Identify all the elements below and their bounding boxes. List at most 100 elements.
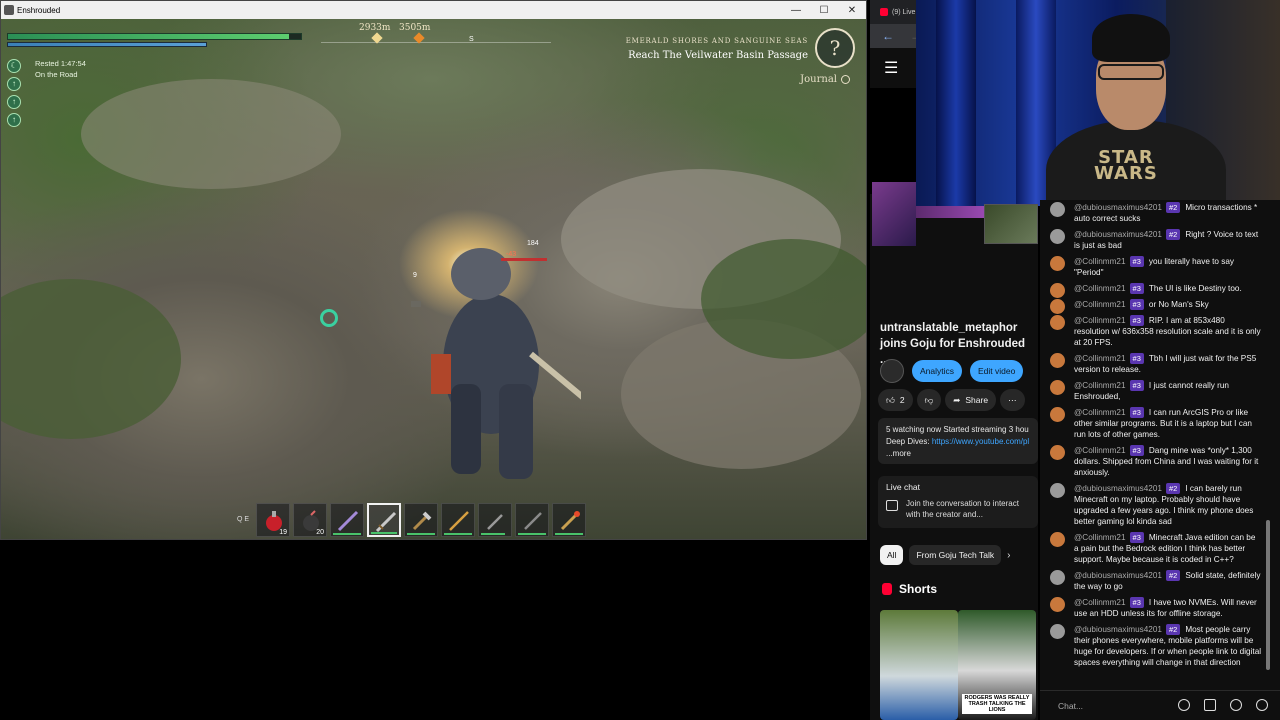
hotbar-slot-staff[interactable]	[330, 503, 365, 537]
grass-patch	[701, 239, 866, 359]
chat-avatar[interactable]	[1050, 229, 1065, 244]
grass-patch	[1, 279, 181, 439]
dislike-button[interactable]: 👎︎	[916, 389, 942, 411]
chat-author[interactable]: @Collinmm21	[1074, 381, 1126, 390]
chat-avatar[interactable]	[1050, 299, 1065, 314]
minimize-icon[interactable]: —	[782, 1, 810, 19]
chat-scrollbar[interactable]	[1266, 520, 1270, 670]
chat-message: @Collinmm21 #3 Tbh I will just wait for th…	[1040, 351, 1266, 378]
description-box[interactable]: 5 watching now Started streaming 3 hou D…	[878, 418, 1038, 464]
chat-message: @dubiousmaximus4201 #2 Right ? Voice to te…	[1040, 227, 1266, 254]
chat-avatar[interactable]	[1050, 407, 1065, 422]
live-chat-card[interactable]: Live chat Join the conversation to inter…	[878, 476, 1038, 528]
hotbar-slot-bow[interactable]	[515, 503, 550, 537]
chat-author[interactable]: @dubiousmaximus4201	[1074, 203, 1162, 212]
status-rested: Rested 1:47:54	[35, 59, 86, 68]
chevron-right-icon[interactable]: ›	[1007, 550, 1010, 561]
torch-icon	[561, 511, 581, 531]
chat-author[interactable]: @Collinmm21	[1074, 257, 1126, 266]
chat-avatar[interactable]	[1050, 597, 1065, 612]
quest-marker-icon	[413, 32, 425, 44]
chat-author[interactable]: @Collinmm21	[1074, 354, 1126, 363]
back-icon[interactable]: ←	[882, 29, 894, 43]
short-thumbnail[interactable]: RODGERS WAS REALLY TRASH TALKING THE LIO…	[958, 610, 1036, 720]
journal-key-icon	[841, 75, 850, 84]
chat-author[interactable]: @Collinmm21	[1074, 446, 1126, 455]
menu-icon[interactable]: ☰	[884, 58, 898, 78]
like-count: 2	[899, 395, 905, 405]
chat-input[interactable]	[1058, 695, 1150, 716]
heart-icon[interactable]	[1256, 699, 1268, 711]
chat-avatar[interactable]	[1050, 532, 1065, 547]
chat-author[interactable]: @Collinmm21	[1074, 408, 1126, 417]
chat-avatar[interactable]	[1050, 380, 1065, 395]
hotbar-slot-torch[interactable]	[552, 503, 587, 537]
chat-avatar[interactable]	[1050, 256, 1065, 271]
enemy-health-bar	[501, 258, 547, 261]
waypoint-marker-icon	[371, 32, 383, 44]
share-button[interactable]: ➦ Share	[945, 389, 997, 411]
super-chat-icon[interactable]	[1204, 699, 1216, 711]
hotbar-slot-spear[interactable]	[441, 503, 476, 537]
chat-message-list[interactable]: @dubiousmaximus4201 #2 Micro transactions …	[1040, 200, 1266, 688]
damage-number: 184	[527, 240, 539, 247]
add-icon[interactable]	[1230, 699, 1242, 711]
membership-badge: #3	[1129, 353, 1144, 364]
hotbar-slot-potion[interactable]: 19	[256, 503, 291, 537]
chat-message: @Collinmm21 #3 Minecraft Java edition can …	[1040, 530, 1266, 568]
short-thumbnail[interactable]	[880, 610, 958, 720]
chat-avatar[interactable]	[1050, 315, 1065, 330]
hotbar-slot-axe[interactable]	[404, 503, 439, 537]
game-window[interactable]: Enshrouded — ☐ ✕ 2933m 3505m S ☾ ↑ ↑ ↑ R…	[0, 0, 867, 540]
share-icon: ➦	[953, 394, 961, 405]
vitals-bars	[7, 33, 302, 47]
chip-all[interactable]: All	[880, 545, 904, 565]
chip-from-channel[interactable]: From Goju Tech Talk	[909, 545, 1002, 565]
share-label: Share	[965, 395, 989, 405]
chat-avatar[interactable]	[1050, 483, 1065, 498]
more-link[interactable]: ...more	[886, 448, 1030, 460]
hotbar-slot-pick[interactable]	[478, 503, 513, 537]
chat-message: @Collinmm21 #3 Dang mine was *only* 1,300 …	[1040, 443, 1266, 481]
more-actions-button[interactable]: ⋯	[1000, 389, 1025, 411]
chat-author[interactable]: @Collinmm21	[1074, 598, 1126, 607]
chat-avatar[interactable]	[1050, 202, 1065, 217]
chat-avatar[interactable]	[1050, 353, 1065, 368]
close-icon[interactable]: ✕	[838, 1, 866, 19]
chat-author[interactable]: @Collinmm21	[1074, 300, 1126, 309]
edit-video-button[interactable]: Edit video	[970, 360, 1024, 382]
membership-badge: #2	[1165, 229, 1181, 240]
like-button[interactable]: 👍︎ 2	[878, 389, 913, 411]
chat-author[interactable]: @dubiousmaximus4201	[1074, 484, 1162, 493]
emoji-icon[interactable]	[1178, 699, 1190, 711]
chat-author[interactable]: @dubiousmaximus4201	[1074, 625, 1162, 634]
chat-author[interactable]: @Collinmm21	[1074, 316, 1126, 325]
chat-avatar[interactable]	[1050, 624, 1065, 639]
compass-distance-1: 2933m	[359, 23, 391, 33]
game-titlebar[interactable]: Enshrouded — ☐ ✕	[1, 1, 866, 19]
membership-badge: #3	[1129, 283, 1144, 294]
chat-avatar[interactable]	[1050, 570, 1065, 585]
chat-author[interactable]: @Collinmm21	[1074, 533, 1126, 542]
chat-avatar[interactable]	[1050, 283, 1065, 298]
hotbar-slot-sword-selected[interactable]	[367, 503, 402, 537]
membership-badge: #3	[1129, 445, 1144, 456]
hotbar-slot-bomb[interactable]: 20	[293, 503, 328, 537]
tab-label: (9) Live	[892, 8, 916, 16]
journal-label: Journal	[800, 74, 837, 85]
maximize-icon[interactable]: ☐	[810, 1, 838, 19]
analytics-button[interactable]: Analytics	[912, 360, 963, 382]
channel-avatar[interactable]	[880, 359, 904, 383]
damage-number: 9	[413, 272, 417, 279]
journal-hint: Journal	[800, 74, 850, 85]
chat-message: @Collinmm21 #3 I have two NVMEs. Will neve…	[1040, 595, 1266, 622]
chat-avatar[interactable]	[1050, 445, 1065, 460]
streamer-beanie	[1092, 14, 1170, 62]
chat-author[interactable]: @Collinmm21	[1074, 284, 1126, 293]
damage-number: -43	[506, 251, 517, 258]
chat-author[interactable]: @dubiousmaximus4201	[1074, 230, 1162, 239]
chat-author[interactable]: @dubiousmaximus4201	[1074, 571, 1162, 580]
game-viewport[interactable]: 2933m 3505m S ☾ ↑ ↑ ↑ Rested 1:47:54 On …	[1, 19, 866, 539]
pickaxe-icon	[487, 514, 503, 530]
desc-link[interactable]: https://www.youtube.com/pl	[932, 437, 1029, 446]
